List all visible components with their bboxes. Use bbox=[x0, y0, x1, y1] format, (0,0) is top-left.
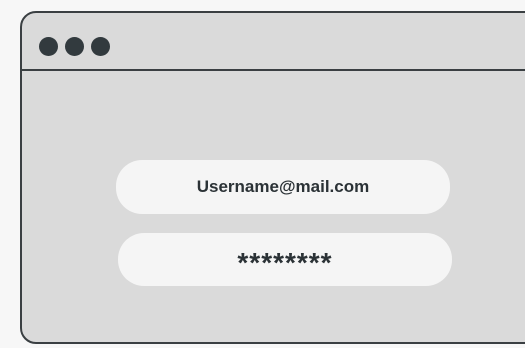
window-titlebar bbox=[22, 13, 525, 71]
username-value: Username@mail.com bbox=[196, 177, 370, 196]
page: Username@mail.com ******** bbox=[0, 0, 525, 348]
window-control-dot-2[interactable] bbox=[65, 37, 84, 56]
browser-window: Username@mail.com ******** bbox=[20, 11, 525, 344]
window-control-dot-3[interactable] bbox=[91, 37, 110, 56]
window-control-dot-1[interactable] bbox=[39, 37, 58, 56]
password-value: ******** bbox=[237, 246, 333, 278]
password-field[interactable]: ******** bbox=[118, 233, 452, 286]
username-field[interactable]: Username@mail.com bbox=[116, 160, 450, 214]
